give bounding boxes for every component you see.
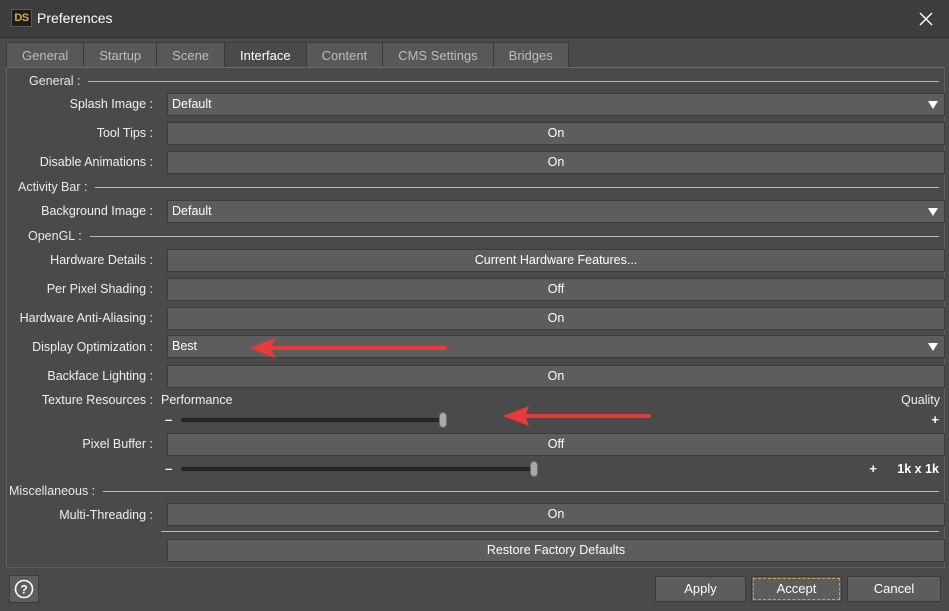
tab-cms-settings[interactable]: CMS Settings [382,42,494,68]
background-image-label: Background Image : [41,204,153,218]
svg-text:?: ? [20,583,27,597]
slider-track [181,418,445,422]
minus-icon: – [165,461,173,476]
section-opengl: OpenGL : [28,229,939,243]
hardware-features-button[interactable]: Current Hardware Features... [167,249,945,272]
hardware-aa-toggle[interactable]: On [167,307,945,330]
per-pixel-shading-label: Per Pixel Shading : [46,282,153,296]
tab-general[interactable]: General [6,42,85,68]
tab-bridges[interactable]: Bridges [492,42,569,68]
section-activity-bar: Activity Bar : [18,180,939,194]
section-opengl-label: OpenGL : [28,229,82,243]
tool-tips-toggle[interactable]: On [167,122,945,145]
splash-image-select[interactable]: Default [167,93,945,116]
section-general: General : [29,74,939,88]
backface-lighting-toggle[interactable]: On [167,365,945,388]
close-button[interactable] [912,6,940,32]
display-optimization-label: Display Optimization : [32,340,153,354]
interface-panel: General : Splash Image : Default Tool Ti… [6,67,945,568]
disable-animations-label: Disable Animations : [39,155,153,169]
section-miscellaneous: Miscellaneous : [9,484,939,498]
background-image-value: Default [172,204,212,218]
title-bar: DS Preferences [0,0,949,38]
pixel-buffer-toggle[interactable]: Off [167,433,945,456]
accept-button[interactable]: Accept [751,576,842,602]
tool-tips-label: Tool Tips : [96,126,153,140]
tab-content[interactable]: Content [305,42,384,68]
multi-threading-toggle[interactable]: On [167,503,945,526]
dialog-button-bar: ? Apply Accept Cancel [0,572,949,611]
performance-label: Performance [161,393,233,407]
divider [161,531,939,532]
hardware-aa-label: Hardware Anti-Aliasing : [19,311,153,325]
help-icon: ? [14,579,34,599]
backface-lighting-label: Backface Lighting : [47,369,153,383]
annotation-arrow-icon [503,406,651,426]
section-misc-label: Miscellaneous : [9,484,96,498]
cancel-button[interactable]: Cancel [847,576,941,602]
pixel-buffer-slider[interactable]: – + 1k x 1k [161,461,941,477]
minus-icon: – [165,412,173,427]
tab-startup[interactable]: Startup [83,42,158,68]
display-optimization-value: Best [172,339,198,353]
disable-animations-toggle[interactable]: On [167,151,945,174]
pixel-buffer-size: 1k x 1k [897,462,939,476]
annotation-arrow-icon [249,338,447,358]
app-logo: DS [11,9,32,27]
tab-scene[interactable]: Scene [156,42,226,68]
slider-thumb[interactable] [530,461,538,477]
tab-interface[interactable]: Interface [224,42,307,69]
splash-image-value: Default [172,97,212,111]
section-general-label: General : [29,74,81,88]
chevron-down-icon [928,208,938,216]
hardware-details-label: Hardware Details : [50,253,153,267]
chevron-down-icon [928,101,938,109]
plus-icon: + [869,461,877,476]
pixel-buffer-label: Pixel Buffer : [82,437,153,451]
plus-icon: + [931,412,939,427]
splash-image-label: Splash Image : [69,97,153,111]
close-icon [919,12,933,26]
help-button[interactable]: ? [9,575,39,603]
chevron-down-icon [928,343,938,351]
texture-resources-label: Texture Resources : [41,393,153,407]
background-image-select[interactable]: Default [167,200,945,223]
tab-bar: General Startup Scene Interface Content … [6,42,569,69]
slider-track [181,467,536,471]
window-title: Preferences [37,10,113,26]
quality-label: Quality [901,393,940,407]
per-pixel-shading-toggle[interactable]: Off [167,278,945,301]
multi-threading-label: Multi-Threading : [59,508,153,522]
section-activity-bar-label: Activity Bar : [18,180,88,194]
restore-defaults-button[interactable]: Restore Factory Defaults [167,539,945,562]
apply-button[interactable]: Apply [655,576,746,602]
slider-thumb[interactable] [439,412,447,428]
